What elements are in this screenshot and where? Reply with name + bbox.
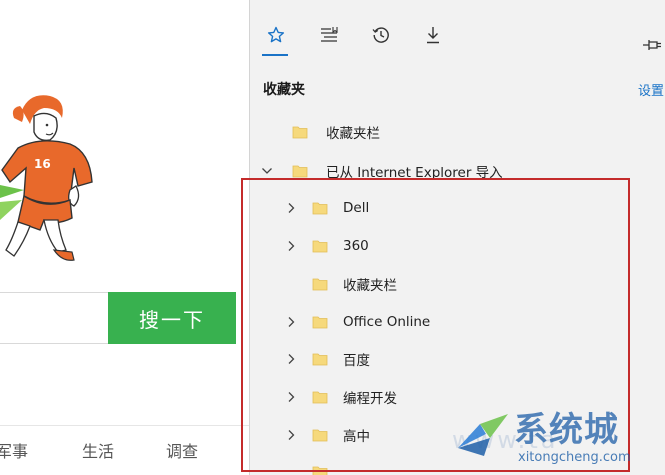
- settings-link[interactable]: 设置: [638, 80, 664, 99]
- favorite-item-label: 编程开发: [343, 391, 397, 407]
- favorites-title: 收藏夹: [263, 82, 305, 98]
- favorite-item[interactable]: 收藏夹栏: [284, 269, 397, 299]
- folder-icon: [312, 202, 328, 215]
- favorite-folder[interactable]: 百度: [284, 344, 370, 374]
- favorite-item[interactable]: 收藏夹栏: [266, 117, 380, 147]
- favorite-item-label: 高中: [343, 429, 370, 445]
- chevron-right-icon[interactable]: [284, 202, 298, 214]
- folder-icon: [312, 429, 328, 442]
- web-page: 16 搜一下 军事 生活 调查: [0, 0, 249, 475]
- download-icon: [427, 27, 439, 44]
- news-nav: 军事 生活 调查: [0, 438, 249, 462]
- chevron-right-icon[interactable]: [284, 316, 298, 328]
- nav-link-life[interactable]: 生活: [82, 438, 114, 462]
- favorite-item-label: 收藏夹栏: [326, 126, 380, 142]
- folder-icon: [312, 391, 328, 404]
- chevron-down-icon[interactable]: [260, 166, 274, 176]
- doodle-illustration[interactable]: 16: [0, 90, 110, 275]
- nav-link-military[interactable]: 军事: [0, 438, 28, 462]
- chevron-right-icon[interactable]: [284, 353, 298, 365]
- favorite-folder[interactable]: 360: [284, 231, 369, 261]
- chevron-right-icon[interactable]: [284, 429, 298, 441]
- history-icon: [372, 27, 389, 43]
- folder-icon: [312, 316, 328, 329]
- nav-link-survey[interactable]: 调查: [166, 438, 198, 462]
- favorite-item-label: 收藏夹栏: [343, 278, 397, 294]
- active-tab-indicator: [262, 54, 288, 56]
- hub-pane: 收藏夹 设置 收藏夹栏 已从 Internet Explorer 导入 Dell…: [249, 0, 665, 475]
- chevron-right-icon[interactable]: [284, 391, 298, 403]
- folder-icon: [312, 278, 328, 291]
- folder-icon: [292, 126, 308, 139]
- favorite-item-label: 百度: [343, 353, 370, 369]
- reading-list-icon: [321, 27, 338, 42]
- svg-text:16: 16: [34, 157, 51, 171]
- hub-tabs: [250, 12, 665, 56]
- star-icon: [267, 26, 285, 43]
- folder-icon: [312, 466, 328, 475]
- pin-icon: [643, 40, 661, 50]
- favorite-item-label: Office Online: [343, 314, 431, 330]
- favorite-item-label: Dell: [343, 200, 370, 216]
- search-input[interactable]: [0, 292, 110, 344]
- search-button[interactable]: 搜一下: [108, 292, 236, 344]
- pin-button[interactable]: [642, 37, 662, 56]
- folder-icon: [292, 165, 308, 178]
- tab-favorites[interactable]: [259, 12, 293, 56]
- favorite-item-label: 已从 Internet Explorer 导入: [326, 165, 503, 181]
- folder-icon: [312, 353, 328, 366]
- folder-icon: [312, 240, 328, 253]
- favorite-folder[interactable]: Dell: [284, 193, 369, 223]
- tab-reading-list[interactable]: [312, 12, 346, 56]
- tab-history[interactable]: [364, 12, 398, 56]
- favorite-folder-partial[interactable]: [312, 457, 328, 475]
- favorite-folder[interactable]: Office Online: [284, 307, 430, 337]
- tab-downloads[interactable]: [416, 12, 450, 56]
- favorite-folder-ie-imported[interactable]: 已从 Internet Explorer 导入: [260, 156, 503, 186]
- favorite-item-label: 360: [343, 238, 369, 254]
- favorite-folder[interactable]: 编程开发: [284, 382, 397, 412]
- favorite-folder[interactable]: 高中: [284, 420, 370, 450]
- chevron-right-icon[interactable]: [284, 240, 298, 252]
- divider: [0, 425, 249, 426]
